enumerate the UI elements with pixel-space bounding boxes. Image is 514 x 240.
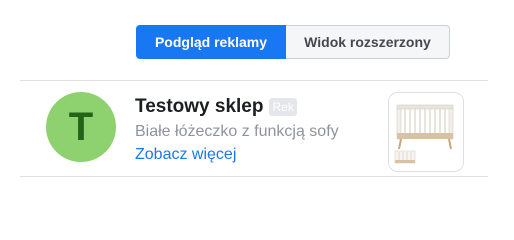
crib-image-icon bbox=[389, 93, 463, 171]
see-more-link[interactable]: Zobacz więcej bbox=[135, 145, 236, 165]
top-divider bbox=[20, 80, 488, 81]
tab-ad-preview[interactable]: Podgląd reklamy bbox=[136, 25, 286, 59]
title-row: Testowy sklep Rek bbox=[135, 95, 375, 119]
sponsored-badge: Rek bbox=[269, 98, 297, 116]
ad-title: Testowy sklep bbox=[135, 96, 264, 117]
bottom-divider bbox=[20, 176, 488, 177]
ad-info: Testowy sklep Rek Białe łóżeczko z funkc… bbox=[135, 95, 375, 165]
tab-expanded-view[interactable]: Widok rozszerzony bbox=[286, 25, 450, 59]
avatar-letter: T bbox=[68, 105, 94, 149]
preview-tabs: Podgląd reklamy Widok rozszerzony bbox=[136, 25, 450, 59]
ad-description: Białe łóżeczko z funkcją sofy bbox=[135, 123, 339, 140]
avatar: T bbox=[46, 92, 116, 162]
product-thumbnail[interactable] bbox=[388, 92, 464, 172]
